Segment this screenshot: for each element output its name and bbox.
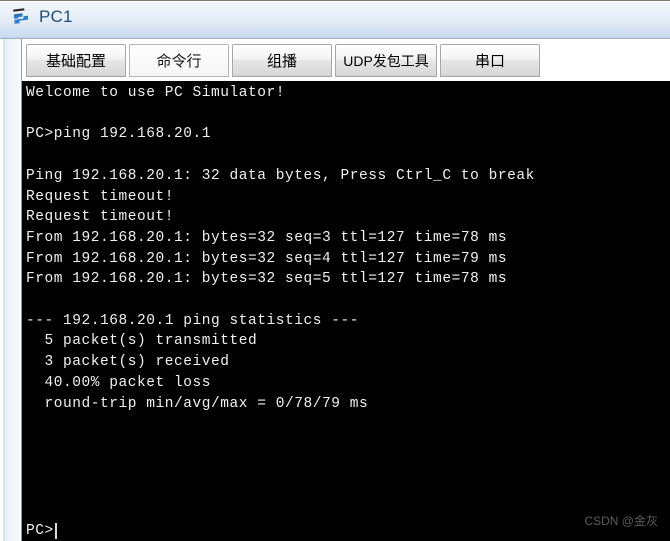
window-frame: PC1 基础配置 命令行 组播 UDP发包工具 串口 Welcome to us… [0, 0, 670, 541]
tab-command-line-label: 命令行 [156, 53, 202, 70]
pc-terminal-icon [10, 6, 32, 28]
watermark-label: CSDN @金灰 [584, 514, 658, 528]
tab-multicast[interactable]: 组播 [232, 44, 332, 77]
tab-udp-tool[interactable]: UDP发包工具 [335, 44, 437, 77]
tab-basic-config-label: 基础配置 [45, 53, 106, 70]
window-body: 基础配置 命令行 组播 UDP发包工具 串口 Welcome to use PC… [0, 39, 670, 541]
pc-simulator-window: PC1 基础配置 命令行 组播 UDP发包工具 串口 Welcome to us… [0, 0, 670, 541]
terminal-prompt: PC> [26, 523, 54, 539]
tab-strip: 基础配置 命令行 组播 UDP发包工具 串口 [22, 39, 670, 81]
tab-list: 基础配置 命令行 组播 UDP发包工具 串口 [26, 44, 543, 77]
tab-serial-port[interactable]: 串口 [440, 44, 540, 77]
terminal-output: Welcome to use PC Simulator! PC>ping 192… [26, 85, 535, 412]
title-bar: PC1 [0, 2, 670, 39]
left-gutter [0, 39, 22, 541]
terminal-console[interactable]: Welcome to use PC Simulator! PC>ping 192… [22, 81, 670, 541]
tab-command-line[interactable]: 命令行 [129, 44, 229, 77]
terminal-prompt-line[interactable]: PC> [26, 521, 57, 541]
tab-multicast-label: 组播 [266, 53, 297, 70]
title-bar-content: PC1 [10, 6, 73, 28]
tab-udp-tool-label: UDP发包工具 [343, 52, 429, 69]
text-cursor [54, 523, 57, 540]
window-title: PC1 [39, 7, 73, 26]
tab-basic-config[interactable]: 基础配置 [26, 44, 126, 77]
tab-serial-port-label: 串口 [474, 53, 505, 70]
